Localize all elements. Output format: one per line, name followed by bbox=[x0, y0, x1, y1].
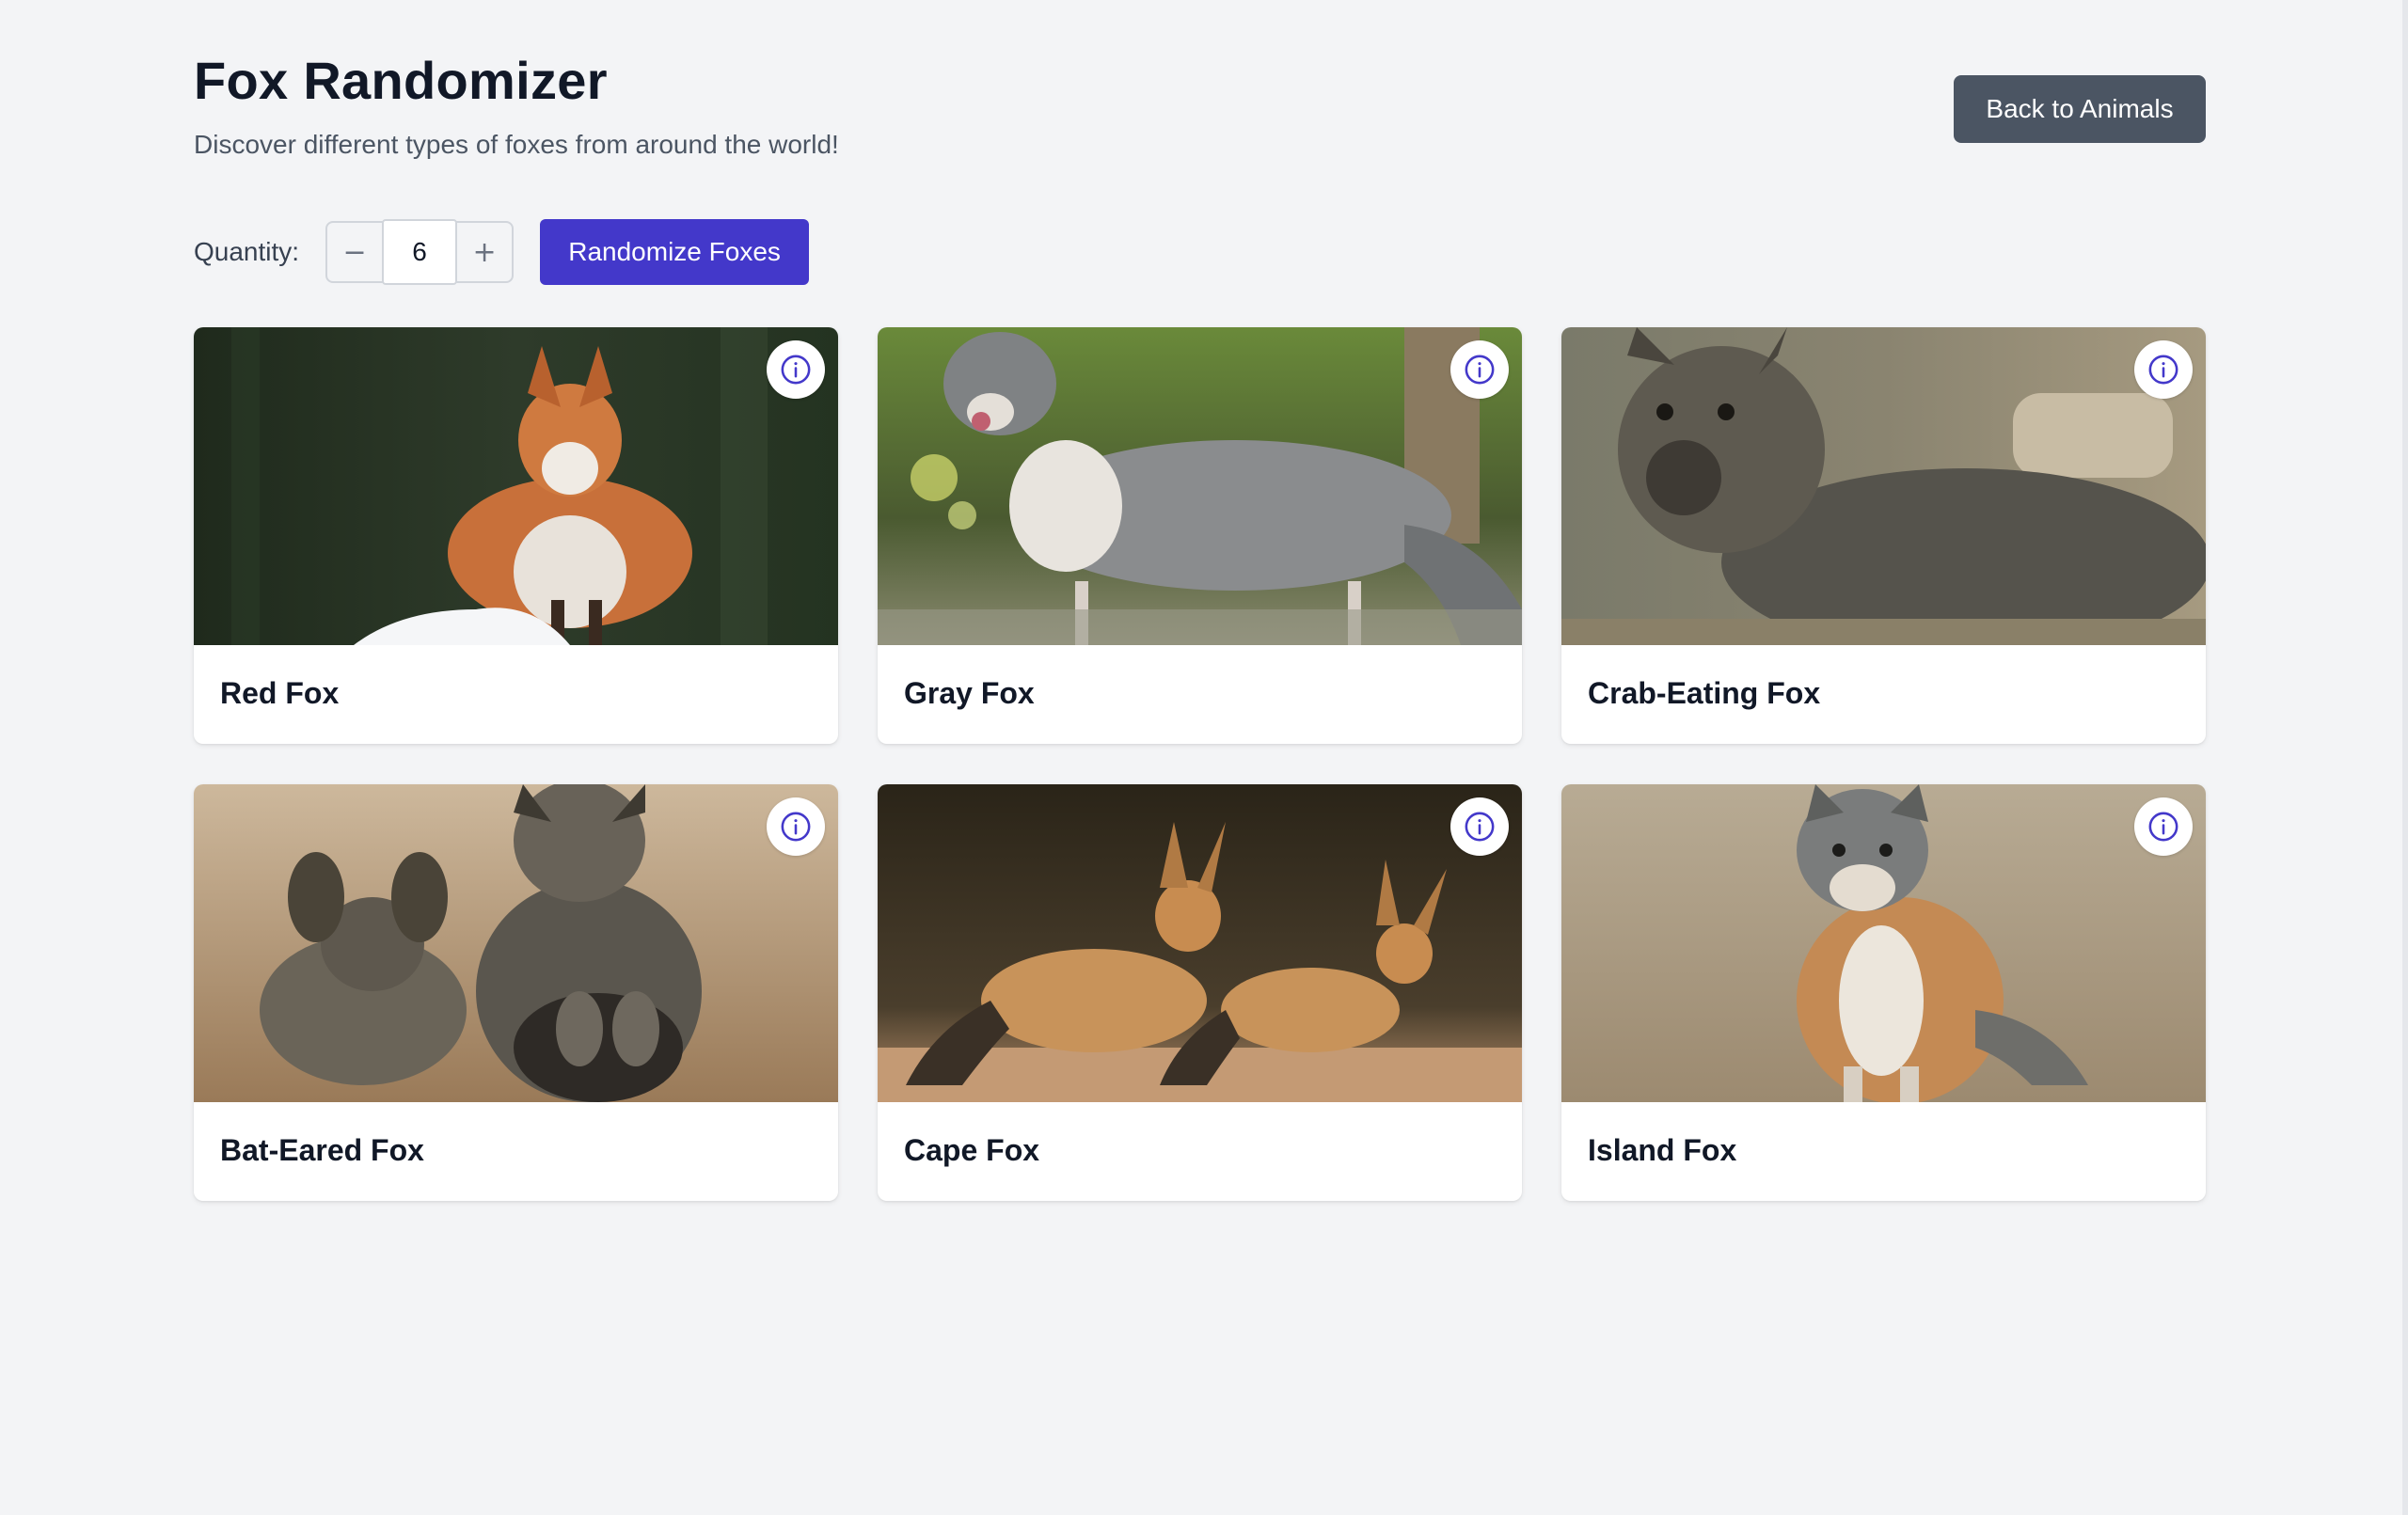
fox-photo bbox=[194, 327, 838, 645]
info-button[interactable] bbox=[767, 797, 825, 856]
fox-name: Gray Fox bbox=[904, 676, 1035, 710]
fox-name: Red Fox bbox=[220, 676, 340, 710]
fox-photo bbox=[194, 784, 838, 1102]
page: Fox Randomizer Discover different types … bbox=[194, 0, 2206, 1201]
quantity-stepper: − + bbox=[325, 219, 515, 285]
quantity-controls: Quantity: − + Randomize Foxes bbox=[194, 218, 810, 286]
fox-name: Bat-Eared Fox bbox=[220, 1133, 424, 1167]
decrement-button[interactable]: − bbox=[327, 223, 382, 281]
info-icon bbox=[1465, 355, 1495, 385]
info-button[interactable] bbox=[2134, 340, 2193, 399]
fox-image bbox=[1561, 327, 2206, 645]
info-icon bbox=[2148, 355, 2178, 385]
fox-image bbox=[194, 327, 838, 645]
fox-name: Cape Fox bbox=[904, 1133, 1040, 1167]
window-edge bbox=[2402, 0, 2408, 1515]
info-icon bbox=[2148, 812, 2178, 842]
fox-card: Cape Fox bbox=[878, 784, 1522, 1201]
fox-name: Island Fox bbox=[1588, 1133, 1737, 1167]
info-button[interactable] bbox=[2134, 797, 2193, 856]
info-icon bbox=[781, 812, 811, 842]
info-icon bbox=[781, 355, 811, 385]
fox-photo bbox=[1561, 784, 2206, 1102]
header: Fox Randomizer Discover different types … bbox=[194, 0, 2206, 188]
fox-photo bbox=[878, 327, 1522, 645]
info-button[interactable] bbox=[767, 340, 825, 399]
fox-image bbox=[878, 784, 1522, 1102]
back-to-animals-button[interactable]: Back to Animals bbox=[1954, 75, 2206, 143]
fox-photo bbox=[1561, 327, 2206, 645]
fox-card: Bat-Eared Fox bbox=[194, 784, 838, 1201]
increment-button[interactable]: + bbox=[457, 223, 512, 281]
info-icon bbox=[1465, 812, 1495, 842]
fox-image bbox=[878, 327, 1522, 645]
fox-grid: Red Fox Gray Fox Crab-Eating Fox Bat-Ear… bbox=[194, 327, 2206, 1201]
quantity-input[interactable] bbox=[382, 219, 458, 285]
fox-card: Crab-Eating Fox bbox=[1561, 327, 2206, 744]
fox-card: Island Fox bbox=[1561, 784, 2206, 1201]
fox-card: Red Fox bbox=[194, 327, 838, 744]
info-button[interactable] bbox=[1450, 797, 1509, 856]
page-subtitle: Discover different types of foxes from a… bbox=[194, 130, 839, 159]
info-button[interactable] bbox=[1450, 340, 1509, 399]
randomize-foxes-button[interactable]: Randomize Foxes bbox=[540, 219, 810, 285]
quantity-label: Quantity: bbox=[194, 237, 300, 266]
fox-image bbox=[1561, 784, 2206, 1102]
fox-card: Gray Fox bbox=[878, 327, 1522, 744]
page-title: Fox Randomizer bbox=[194, 51, 608, 110]
fox-photo bbox=[878, 784, 1522, 1102]
fox-image bbox=[194, 784, 838, 1102]
fox-name: Crab-Eating Fox bbox=[1588, 676, 1821, 710]
